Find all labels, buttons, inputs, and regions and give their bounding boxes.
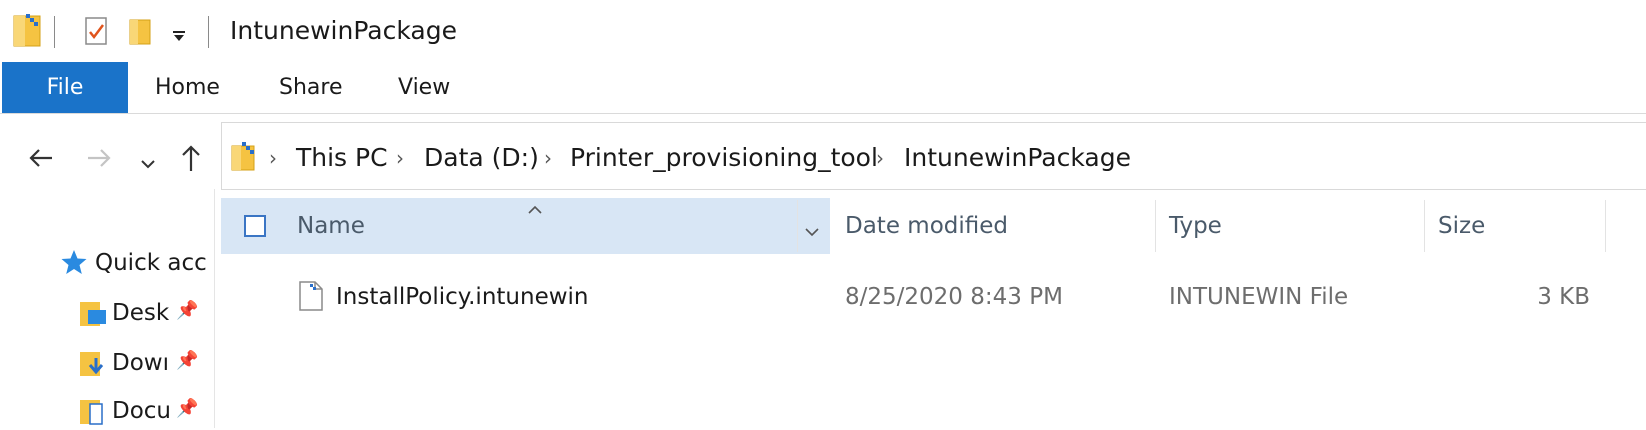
window-title: IntunewinPackage bbox=[230, 16, 457, 45]
column-divider[interactable] bbox=[1424, 200, 1425, 252]
properties-checkmark-icon[interactable] bbox=[82, 14, 110, 48]
select-all-checkbox[interactable] bbox=[244, 215, 266, 237]
column-divider[interactable] bbox=[1605, 200, 1606, 252]
toolbar-separator bbox=[208, 16, 209, 48]
pin-icon[interactable]: 📌 bbox=[176, 350, 198, 371]
pin-icon[interactable]: 📌 bbox=[176, 300, 198, 321]
tab-file[interactable]: File bbox=[2, 62, 128, 113]
file-date-modified: 8/25/2020 8:43 PM bbox=[845, 284, 1063, 310]
breadcrumb-separator[interactable]: › bbox=[544, 146, 552, 170]
nav-item-documents[interactable]: Docu bbox=[112, 398, 170, 424]
customize-dropdown-icon[interactable] bbox=[172, 28, 186, 41]
chevron-down-icon[interactable] bbox=[140, 154, 156, 169]
tab-view[interactable]: View bbox=[398, 62, 450, 113]
column-divider[interactable] bbox=[797, 200, 798, 252]
downloads-folder-icon bbox=[78, 350, 108, 378]
breadcrumb-this-pc[interactable]: This PC bbox=[296, 143, 388, 172]
documents-folder-icon bbox=[78, 398, 108, 426]
breadcrumb-separator[interactable]: › bbox=[396, 146, 404, 170]
column-header-name[interactable]: Name bbox=[297, 198, 365, 254]
ribbon-bar bbox=[0, 62, 1646, 114]
nav-item-quick-access[interactable]: Quick acc bbox=[95, 250, 207, 276]
column-header-date[interactable]: Date modified bbox=[845, 198, 1008, 254]
breadcrumb-current-folder[interactable]: IntunewinPackage bbox=[904, 143, 1131, 172]
new-folder-icon[interactable] bbox=[128, 16, 154, 46]
breadcrumb-data-drive[interactable]: Data (D:) bbox=[424, 143, 539, 172]
arrow-up-icon[interactable] bbox=[180, 144, 202, 172]
breadcrumb-separator[interactable]: › bbox=[269, 146, 277, 170]
column-divider[interactable] bbox=[1155, 200, 1156, 252]
nav-item-downloads[interactable]: Dowı bbox=[112, 350, 170, 376]
file-size: 3 KB bbox=[1537, 284, 1590, 310]
tab-share[interactable]: Share bbox=[279, 62, 343, 113]
desktop-folder-icon bbox=[78, 300, 108, 328]
chevron-down-icon[interactable] bbox=[804, 222, 820, 237]
folder-icon[interactable] bbox=[12, 12, 42, 48]
column-header-size[interactable]: Size bbox=[1438, 198, 1485, 254]
file-name[interactable]: InstallPolicy.intunewin bbox=[336, 284, 589, 310]
folder-icon bbox=[230, 140, 258, 172]
pin-icon[interactable]: 📌 bbox=[176, 398, 198, 419]
toolbar-separator bbox=[54, 16, 55, 48]
file-type: INTUNEWIN File bbox=[1169, 284, 1349, 310]
star-icon bbox=[60, 248, 88, 276]
arrow-left-icon[interactable] bbox=[28, 148, 54, 168]
breadcrumb-printer-tool[interactable]: Printer_provisioning_tool bbox=[570, 143, 878, 172]
column-header-type[interactable]: Type bbox=[1169, 198, 1222, 254]
arrow-right-icon[interactable] bbox=[86, 148, 112, 168]
breadcrumb-separator[interactable]: › bbox=[876, 146, 884, 170]
sort-ascending-icon bbox=[527, 200, 543, 214]
tab-home[interactable]: Home bbox=[155, 62, 220, 113]
nav-item-desktop[interactable]: Desk bbox=[112, 300, 170, 326]
generic-file-icon bbox=[298, 280, 324, 312]
